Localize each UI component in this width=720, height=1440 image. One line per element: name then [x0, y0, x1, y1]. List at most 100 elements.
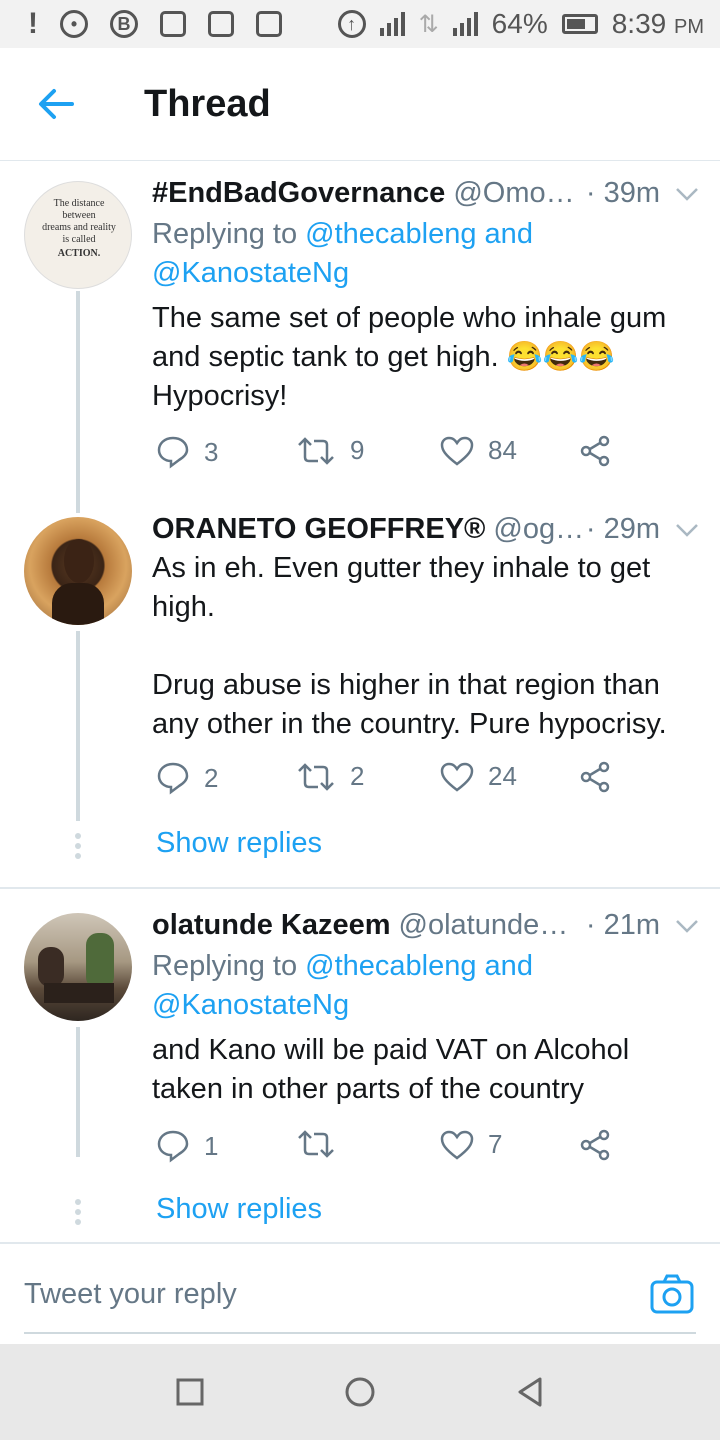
username[interactable]: @Omo…	[453, 177, 574, 210]
share-button[interactable]	[580, 1129, 612, 1161]
more-replies-dots	[75, 1199, 81, 1229]
retweet-icon	[298, 1130, 334, 1158]
system-nav-bar	[0, 1344, 720, 1440]
nav-recents-icon	[176, 1378, 204, 1406]
show-replies-link[interactable]: Show replies	[156, 827, 322, 860]
tweet-text: The same set of people who inhale gum an…	[152, 302, 667, 412]
nav-back-icon	[518, 1377, 542, 1407]
b-app-icon: B	[110, 10, 138, 38]
retweet-button[interactable]: 9	[296, 435, 364, 466]
thread-connector	[76, 291, 80, 513]
thread-header: Thread	[0, 48, 720, 161]
nav-home-icon	[345, 1377, 375, 1407]
input-underline	[24, 1332, 696, 1334]
like-count: 7	[488, 1129, 503, 1159]
share-icon	[580, 1129, 610, 1161]
share-button[interactable]	[580, 761, 612, 793]
avatar[interactable]: The distance between dreams and reality …	[24, 181, 132, 289]
display-name[interactable]: ORANETO GEOFFREY®	[152, 513, 485, 546]
retweet-button[interactable]	[296, 1129, 350, 1159]
mention-link[interactable]: @thecableng	[305, 218, 476, 250]
reply-composer: Tweet your reply	[0, 1244, 720, 1344]
tweet-actions: 1 7	[156, 1129, 636, 1169]
display-name[interactable]: olatunde Kazeem	[152, 909, 391, 942]
alert-icon: !	[28, 7, 38, 40]
like-button[interactable]: 84	[440, 435, 517, 466]
battery-percent: 64%	[491, 8, 548, 39]
tweet-header: olatunde Kazeem @olatunde… · 21m	[152, 909, 700, 942]
replying-to: Replying to @thecableng and @KanostateNg	[152, 218, 533, 289]
reply-icon	[157, 1130, 189, 1163]
image-icon	[160, 11, 186, 37]
chevron-down-icon[interactable]	[674, 181, 700, 207]
signal-2-icon	[452, 12, 478, 36]
reply-count: 2	[204, 762, 219, 793]
tweet-text: As in eh. Even gutter they inhale to get…	[152, 552, 667, 740]
clock: 8:39 PM	[611, 8, 704, 39]
mention-link[interactable]: @KanostateNg	[152, 989, 349, 1021]
back-button[interactable]	[26, 74, 86, 134]
reply-icon	[157, 436, 189, 469]
reply-button[interactable]: 3	[156, 435, 218, 469]
reply-icon	[157, 762, 189, 795]
like-count: 24	[488, 761, 517, 791]
chevron-down-icon[interactable]	[674, 913, 700, 939]
reply-count: 3	[204, 436, 219, 467]
avatar[interactable]	[24, 517, 132, 625]
share-icon	[580, 761, 610, 793]
thread-connector	[76, 631, 80, 821]
data-transfer-icon: ⇅	[418, 10, 439, 38]
thread-connector	[76, 1027, 80, 1157]
home-button[interactable]	[340, 1372, 380, 1412]
avatar[interactable]	[24, 913, 132, 1021]
signal-icon	[379, 12, 405, 36]
activity-icon	[208, 11, 234, 37]
like-button[interactable]: 24	[440, 761, 517, 792]
like-button[interactable]: 7	[440, 1129, 502, 1160]
system-back-button[interactable]	[510, 1372, 550, 1412]
data-saver-icon: ↑	[337, 10, 366, 38]
retweet-button[interactable]: 2	[296, 761, 364, 792]
tweet[interactable]: ORANETO GEOFFREY® @og… · 29m As in eh. E…	[0, 501, 720, 887]
back-arrow-icon	[39, 89, 74, 119]
chevron-down-icon[interactable]	[674, 517, 700, 543]
recents-button[interactable]	[170, 1372, 210, 1412]
like-icon	[440, 436, 474, 466]
tweet-actions: 2 2 24	[156, 761, 636, 801]
timestamp: · 39m	[585, 177, 660, 209]
tweet-header: ORANETO GEOFFREY® @og… · 29m	[152, 513, 700, 546]
share-icon	[580, 435, 610, 467]
tweet-reply-input[interactable]: Tweet your reply	[24, 1278, 237, 1311]
tweet-actions: 3 9 84	[156, 435, 636, 475]
timestamp: · 29m	[585, 513, 660, 545]
page-title: Thread	[144, 82, 271, 125]
like-icon	[440, 1130, 474, 1160]
timestamp: · 21m	[585, 909, 660, 941]
share-button[interactable]	[580, 435, 612, 467]
facebook-icon	[256, 11, 282, 37]
mention-link[interactable]: @thecableng	[305, 950, 476, 982]
reply-button[interactable]: 2	[156, 761, 218, 795]
reply-count: 1	[204, 1130, 219, 1161]
camera-icon[interactable]	[650, 1274, 694, 1314]
retweet-icon	[298, 436, 334, 465]
username[interactable]: @og…	[493, 513, 584, 546]
tweet-header: #EndBadGovernance @Omo… · 39m	[152, 177, 700, 210]
reply-button[interactable]: 1	[156, 1129, 218, 1163]
display-name[interactable]: #EndBadGovernance	[152, 177, 445, 210]
show-replies-link[interactable]: Show replies	[156, 1193, 322, 1226]
mention-link[interactable]: @KanostateNg	[152, 257, 349, 289]
status-bar: ! • B ↑ ⇅ 64% 8:39 PM	[0, 0, 720, 48]
tweet[interactable]: The distance between dreams and reality …	[0, 161, 720, 513]
chat-icon: •	[60, 10, 88, 38]
like-icon	[440, 762, 474, 792]
replying-to: Replying to @thecableng and @KanostateNg	[152, 950, 533, 1021]
retweet-icon	[298, 762, 334, 791]
tweet-text: and Kano will be paid VAT on Alcohol tak…	[152, 1034, 630, 1105]
more-replies-dots	[75, 833, 81, 863]
tweet[interactable]: olatunde Kazeem @olatunde… · 21m Replyin…	[0, 889, 720, 1243]
like-count: 84	[488, 435, 517, 465]
username[interactable]: @olatunde…	[399, 909, 569, 942]
retweet-count: 2	[350, 761, 365, 791]
battery-icon	[561, 14, 598, 34]
